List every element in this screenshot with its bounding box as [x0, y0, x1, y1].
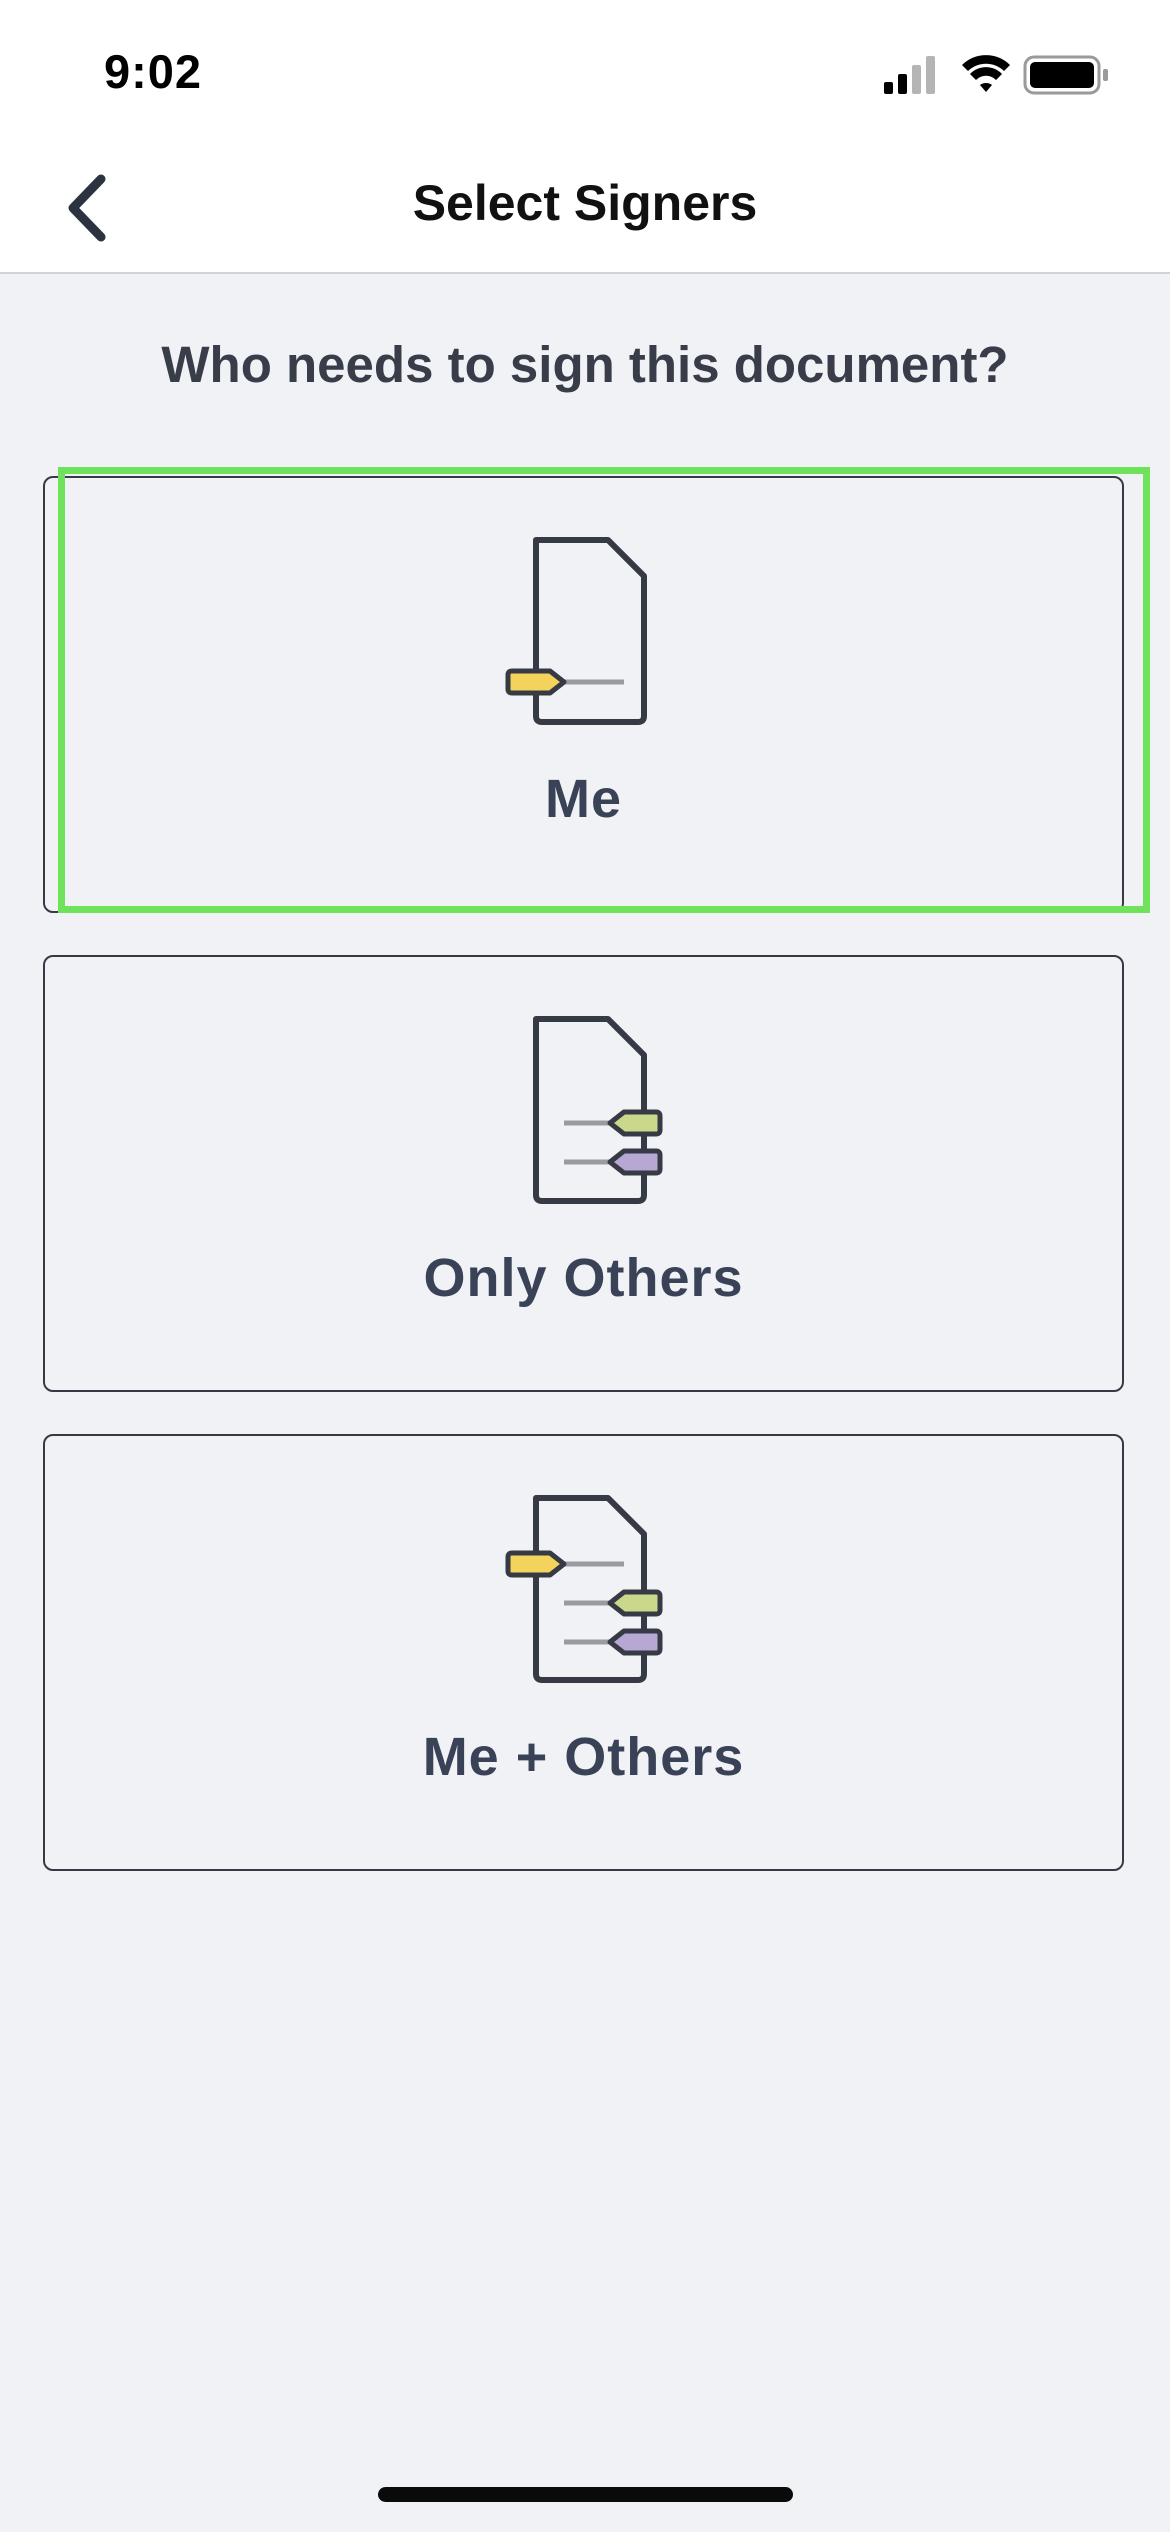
chevron-left-icon	[68, 174, 106, 242]
document-me-icon	[505, 537, 647, 725]
status-bar: 9:02	[0, 0, 1170, 140]
option-me-label: Me	[544, 769, 622, 829]
wifi-icon	[962, 55, 1010, 92]
status-time: 9:02	[104, 45, 203, 98]
option-me-card[interactable]: Me	[43, 476, 1124, 913]
back-button[interactable]	[48, 168, 128, 248]
prompt-heading: Who needs to sign this document?	[161, 336, 1009, 393]
option-me-plus-others-card[interactable]: Me + Others	[43, 1434, 1124, 1871]
document-others-icon	[532, 1016, 662, 1204]
status-icons	[884, 50, 1114, 100]
home-indicator	[378, 2487, 793, 2502]
option-only-others-label: Only Others	[423, 1248, 744, 1308]
battery-icon	[1023, 55, 1108, 95]
document-me-others-icon	[505, 1495, 662, 1683]
page-title: Select Signers	[412, 175, 758, 231]
option-only-others-card[interactable]: Only Others	[43, 955, 1124, 1392]
nav-bar: Select Signers	[0, 140, 1170, 274]
option-me-plus-others-label: Me + Others	[422, 1727, 745, 1787]
cellular-signal-icon	[884, 56, 935, 94]
